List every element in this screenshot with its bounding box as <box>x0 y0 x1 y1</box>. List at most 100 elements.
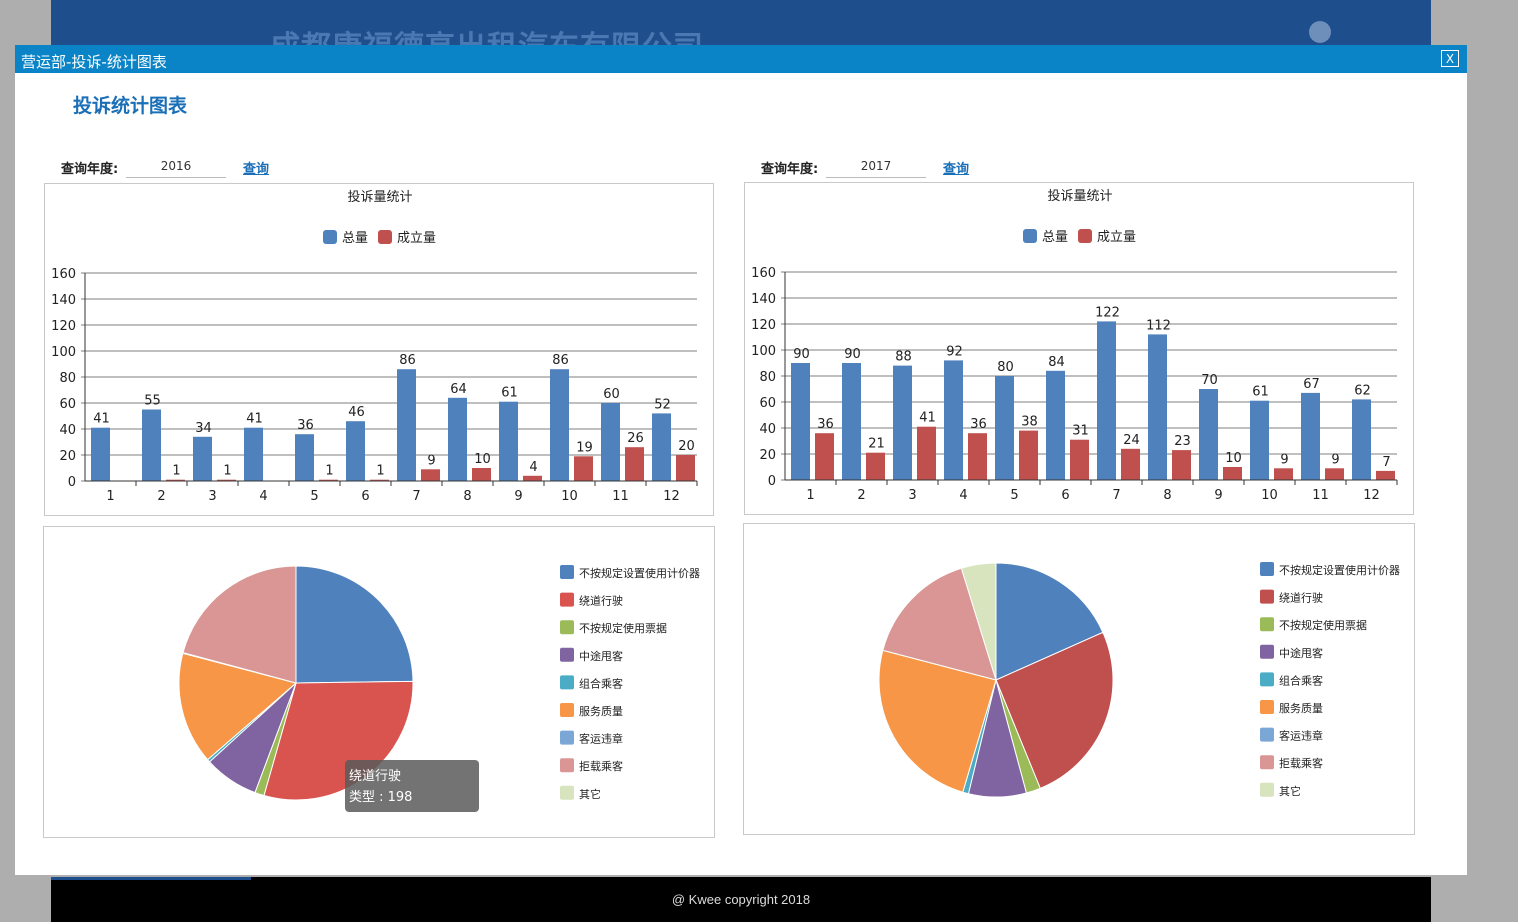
pie2017-legend-swatch-3 <box>1260 644 1274 659</box>
bar2016-legend-label-1: 成立量 <box>397 231 436 246</box>
bar2017-x-tick: 9 <box>1214 488 1222 503</box>
bar2017-bar-valid <box>1376 470 1395 480</box>
pie2017-legend-label-7: 拒载乘客 <box>1279 756 1323 770</box>
pie2017-legend-swatch-4 <box>1260 672 1274 687</box>
right-query-button[interactable]: 查询 <box>943 158 969 177</box>
bar2017-data-label: 23 <box>1174 434 1191 449</box>
bar2016-bar-valid <box>523 475 542 481</box>
bar2017-bar-valid <box>1223 467 1242 480</box>
bar2017-y-tick: 160 <box>751 266 776 281</box>
bar2017-y-tick: 60 <box>759 396 776 411</box>
right-year-input[interactable] <box>826 155 926 178</box>
bar2016-x-tick: 2 <box>157 489 165 504</box>
bar2016-y-tick: 0 <box>68 475 76 490</box>
bar2016-data-label: 1 <box>172 464 180 479</box>
bar2017-y-tick: 100 <box>751 344 776 359</box>
bar2016-bar-total <box>244 427 263 481</box>
pie2016-legend-label-7: 拒载乘客 <box>579 759 623 773</box>
bar2016-bar-total <box>550 369 569 481</box>
bar2016-y-tick: 140 <box>51 293 76 308</box>
bar2017-bar-total <box>995 376 1014 480</box>
bar2017-bar-total <box>1046 370 1065 480</box>
pie2016-legend-label-2: 不按规定使用票据 <box>579 621 667 635</box>
dialog-titlebar[interactable]: 营运部-投诉-统计图表 X <box>15 45 1467 73</box>
bar2017-data-label: 36 <box>970 417 987 432</box>
bar2017-data-label: 7 <box>1382 455 1390 470</box>
pie2016-legend-label-8: 其它 <box>579 787 601 801</box>
bar2017-bar-valid <box>1172 450 1191 480</box>
bar2016-data-label: 52 <box>654 397 671 412</box>
bar2017-bar-total <box>1352 399 1371 480</box>
bar2017-bar-valid <box>917 426 936 480</box>
pie2017-legend-label-3: 中途甩客 <box>1279 646 1323 660</box>
tooltip-detail: 类型 : 198 (29.91%) <box>349 790 413 826</box>
bar2017-bar-total <box>842 363 861 480</box>
pie2016-legend-swatch-2 <box>560 620 574 635</box>
close-button[interactable]: X <box>1441 50 1459 67</box>
bar2016-x-tick: 12 <box>663 489 680 504</box>
bar2016-legend-label-0: 总量 <box>342 231 368 246</box>
bar2016-data-label: 1 <box>376 464 384 479</box>
bar2016-y-tick: 80 <box>59 371 76 386</box>
bar2016-data-label: 20 <box>678 439 695 454</box>
bar2016-bar-total <box>142 409 161 481</box>
bar2017-bar-valid <box>1325 468 1344 480</box>
bar2016-bar-valid <box>625 447 644 481</box>
bar2016-legend-swatch-1 <box>378 230 392 244</box>
pie-tooltip: 绕道行驶 类型 : 198 (29.91%) <box>345 760 479 826</box>
bar2017-x-tick: 10 <box>1261 488 1278 503</box>
bar2017-legend-swatch-1 <box>1078 229 1092 243</box>
bar2016-data-label: 26 <box>627 431 644 446</box>
bar2016-x-tick: 6 <box>361 489 369 504</box>
bar2017-y-tick: 120 <box>751 318 776 333</box>
left-query-button[interactable]: 查询 <box>243 158 269 177</box>
pie2017-legend-swatch-7 <box>1260 755 1274 770</box>
bar2016-bar-valid <box>574 456 593 481</box>
bar2017-x-tick: 5 <box>1010 488 1018 503</box>
bar2017-data-label: 36 <box>817 417 834 432</box>
bar2016-bar-total <box>601 403 620 481</box>
bar2017-title: 投诉量统计 <box>1047 188 1112 204</box>
bar2017-data-label: 61 <box>1252 385 1269 400</box>
footer-accent <box>51 877 251 880</box>
bar2017-data-label: 38 <box>1021 415 1038 430</box>
bar2016-data-label: 61 <box>501 386 518 401</box>
bar2017-bar-total <box>893 365 912 480</box>
bar2017-x-tick: 1 <box>806 488 814 503</box>
pie2016-legend-swatch-8 <box>560 785 574 800</box>
bar2017-bar-total <box>791 363 810 480</box>
pie2017-legend-swatch-6 <box>1260 727 1274 742</box>
bar2016-data-label: 64 <box>450 382 467 397</box>
bar2017-data-label: 9 <box>1331 452 1339 467</box>
pie2017-legend-label-6: 客运违章 <box>1279 729 1323 743</box>
pie2016-legend-swatch-3 <box>560 647 574 662</box>
pie2016-legend-swatch-5 <box>560 703 574 717</box>
left-year-input[interactable] <box>126 155 226 178</box>
bar2017-data-label: 24 <box>1123 433 1140 448</box>
bar2017-y-tick: 20 <box>759 448 776 463</box>
pie2016-legend-swatch-6 <box>560 730 574 745</box>
bar2016-data-label: 41 <box>93 412 110 427</box>
bar2016-data-label: 19 <box>576 440 593 455</box>
bar2016-y-tick: 120 <box>51 319 76 334</box>
bar2017-data-label: 67 <box>1303 377 1320 392</box>
bar2016-y-tick: 40 <box>59 423 76 438</box>
bar2017-bar-valid <box>1274 468 1293 480</box>
bar2017-data-label: 80 <box>997 360 1014 375</box>
bar2016-data-label: 34 <box>195 421 212 436</box>
bar2016-bar-total <box>652 413 671 481</box>
pie2016-legend-swatch-4 <box>560 675 574 690</box>
pie2017-legend-swatch-8 <box>1260 782 1274 797</box>
left-year-label: 查询年度: <box>61 162 119 177</box>
bar2017-data-label: 90 <box>844 347 861 362</box>
pie2016-slice-0 <box>295 565 414 684</box>
bar2017-data-label: 10 <box>1225 451 1242 466</box>
bar2016-data-label: 36 <box>297 418 314 433</box>
bar2016-x-tick: 4 <box>259 489 267 504</box>
bar2017-bar-valid <box>1121 448 1140 480</box>
bar2017-legend-label-1: 成立量 <box>1097 230 1136 245</box>
bar2016-bar-total <box>295 434 314 481</box>
pie2017-legend-label-4: 组合乘客 <box>1279 673 1323 687</box>
bar2017-bar-total <box>1148 334 1167 480</box>
pie2017-legend-swatch-0 <box>1260 562 1274 576</box>
